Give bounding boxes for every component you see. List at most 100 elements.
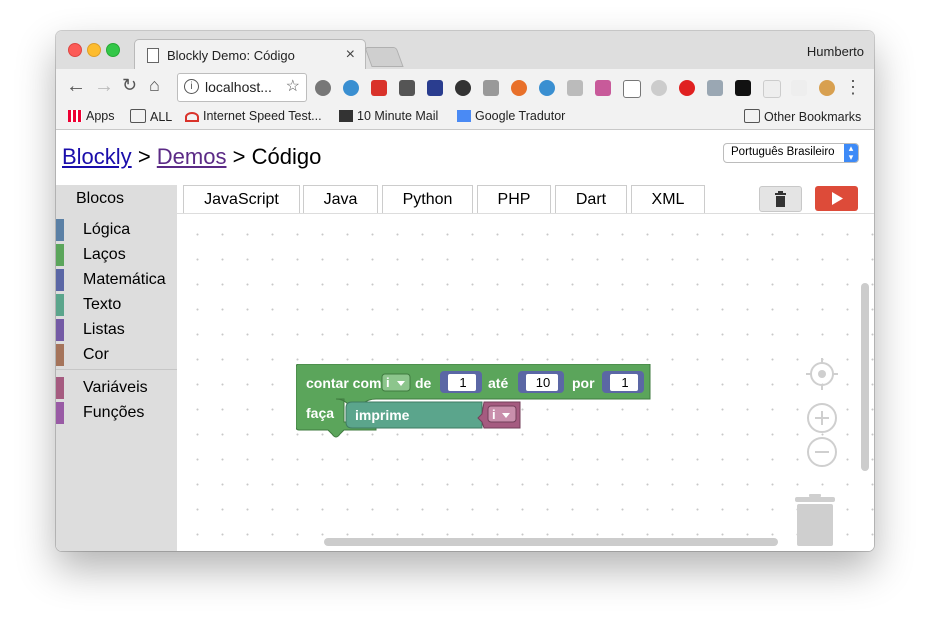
loop-variable-label: i — [386, 375, 390, 390]
trash-icon — [775, 191, 786, 207]
new-tab-button[interactable] — [364, 47, 404, 67]
tab-xml[interactable]: XML — [631, 185, 705, 214]
tab-java[interactable]: Java — [303, 185, 378, 214]
title-bar: Blockly Demo: Código × Humberto — [56, 31, 874, 70]
close-window-button[interactable] — [68, 43, 82, 57]
download-icon[interactable] — [707, 80, 723, 96]
bookmark-apps[interactable]: Apps — [68, 109, 115, 123]
camera-icon[interactable] — [483, 80, 499, 96]
trash-button[interactable] — [759, 186, 802, 212]
page-title: Código — [251, 144, 322, 169]
page-icon — [147, 48, 159, 63]
bookmark-google-tradutor[interactable]: Google Tradutor — [457, 109, 565, 123]
category-label: Laços — [83, 246, 126, 263]
category-lists[interactable]: Listas — [56, 319, 177, 343]
breadcrumb-separator: > — [137, 144, 151, 169]
back-icon[interactable]: ← — [66, 75, 86, 98]
home-icon[interactable]: ⌂ — [149, 75, 160, 96]
tab-python[interactable]: Python — [382, 185, 473, 214]
category-loops[interactable]: Laços — [56, 244, 177, 268]
bookmark-all[interactable]: ALL — [130, 109, 172, 124]
run-button[interactable] — [815, 186, 858, 211]
drive-icon[interactable] — [567, 80, 583, 96]
category-color — [56, 294, 64, 316]
category-logic[interactable]: Lógica — [56, 219, 177, 243]
other-bookmarks[interactable]: Other Bookmarks — [744, 109, 861, 124]
toolbox-title: Blocos — [76, 190, 125, 207]
vertical-scrollbar[interactable] — [861, 283, 869, 471]
category-label: Lógica — [83, 221, 131, 238]
minimize-window-button[interactable] — [87, 43, 101, 57]
language-select[interactable]: Português Brasileiro ▴ ▾ — [723, 143, 859, 163]
category-color — [56, 402, 64, 424]
category-label: Cor — [83, 346, 109, 363]
by-value[interactable]: 1 — [612, 375, 638, 391]
horizontal-scrollbar[interactable] — [324, 538, 778, 546]
category-color — [56, 377, 64, 399]
category-label: Texto — [83, 296, 122, 313]
category-label: Variáveis — [83, 379, 148, 396]
maximize-window-button[interactable] — [106, 43, 120, 57]
browser-window: Blockly Demo: Código × Humberto ← → ↻ ⌂ … — [56, 31, 874, 551]
category-label: Funções — [83, 404, 145, 421]
google-translate-icon — [457, 110, 471, 122]
zoom-out-icon[interactable] — [806, 436, 842, 472]
tab-javascript[interactable]: JavaScript — [183, 185, 300, 214]
extension-icon[interactable] — [399, 80, 415, 96]
bookmark-speed-test[interactable]: Internet Speed Test... — [185, 109, 322, 123]
extension-icon[interactable] — [651, 80, 667, 96]
cookie-icon[interactable] — [819, 80, 835, 96]
folder-icon — [744, 109, 760, 123]
ten-minute-mail-icon — [339, 110, 353, 122]
count-with-label: contar com — [306, 375, 382, 391]
category-text[interactable]: Texto — [56, 294, 177, 318]
to-value[interactable]: 10 — [528, 375, 558, 391]
menu-icon[interactable]: ⋮ — [844, 77, 862, 98]
extension-icon[interactable] — [791, 80, 807, 96]
extension-icon[interactable] — [763, 80, 781, 98]
tab-php[interactable]: PHP — [477, 185, 551, 214]
tab-dart[interactable]: Dart — [555, 185, 627, 214]
extension-icon[interactable] — [427, 80, 443, 96]
extension-icon[interactable] — [455, 80, 471, 96]
breadcrumb-separator: > — [232, 144, 246, 169]
recenter-icon[interactable] — [804, 358, 844, 398]
extension-icon[interactable] — [343, 80, 359, 96]
forward-icon[interactable]: → — [94, 75, 114, 98]
extension-icon[interactable] — [595, 80, 611, 96]
workspace-trash-icon[interactable] — [794, 491, 838, 549]
blockly-link[interactable]: Blockly — [62, 144, 132, 169]
from-value[interactable]: 1 — [450, 375, 476, 391]
cast-icon[interactable] — [623, 80, 641, 98]
address-bar[interactable]: i localhost... ☆ — [177, 73, 307, 102]
category-functions[interactable]: Funções — [56, 402, 177, 426]
category-label: Matemática — [83, 271, 166, 288]
category-variables[interactable]: Variáveis — [56, 377, 177, 401]
zoom-in-icon[interactable] — [806, 402, 842, 438]
bookmark-star-icon[interactable]: ☆ — [286, 76, 300, 96]
demos-link[interactable]: Demos — [157, 144, 227, 169]
folder-icon — [130, 109, 146, 123]
url-text[interactable]: localhost... — [205, 79, 272, 95]
extension-icon[interactable] — [539, 80, 555, 96]
bookmark-10-minute-mail[interactable]: 10 Minute Mail — [339, 109, 438, 123]
extension-icon[interactable] — [511, 80, 527, 96]
profile-name[interactable]: Humberto — [807, 44, 864, 59]
toolbox: Blocos Lógica Laços Matemática Texto Lis… — [56, 185, 177, 551]
toolbox-separator — [56, 369, 177, 370]
tab-close-icon[interactable]: × — [346, 46, 355, 64]
by-label: por — [572, 375, 595, 391]
info-icon[interactable]: i — [184, 79, 199, 94]
category-color[interactable]: Cor — [56, 344, 177, 368]
extension-icon[interactable] — [735, 80, 751, 96]
speedometer-icon — [185, 112, 199, 122]
category-math[interactable]: Matemática — [56, 269, 177, 293]
bookmarks-bar: Apps ALL Internet Speed Test... 10 Minut… — [56, 105, 874, 130]
cors-extension-icon[interactable] — [371, 80, 387, 96]
opera-icon[interactable] — [679, 80, 695, 96]
breadcrumb: Blockly > Demos > Código — [62, 144, 321, 170]
page-content: Blockly > Demos > Código Português Brasi… — [56, 130, 874, 551]
reload-icon[interactable]: ↻ — [122, 75, 137, 96]
browser-tab[interactable]: Blockly Demo: Código × — [134, 39, 366, 70]
extension-icon[interactable] — [315, 80, 331, 96]
